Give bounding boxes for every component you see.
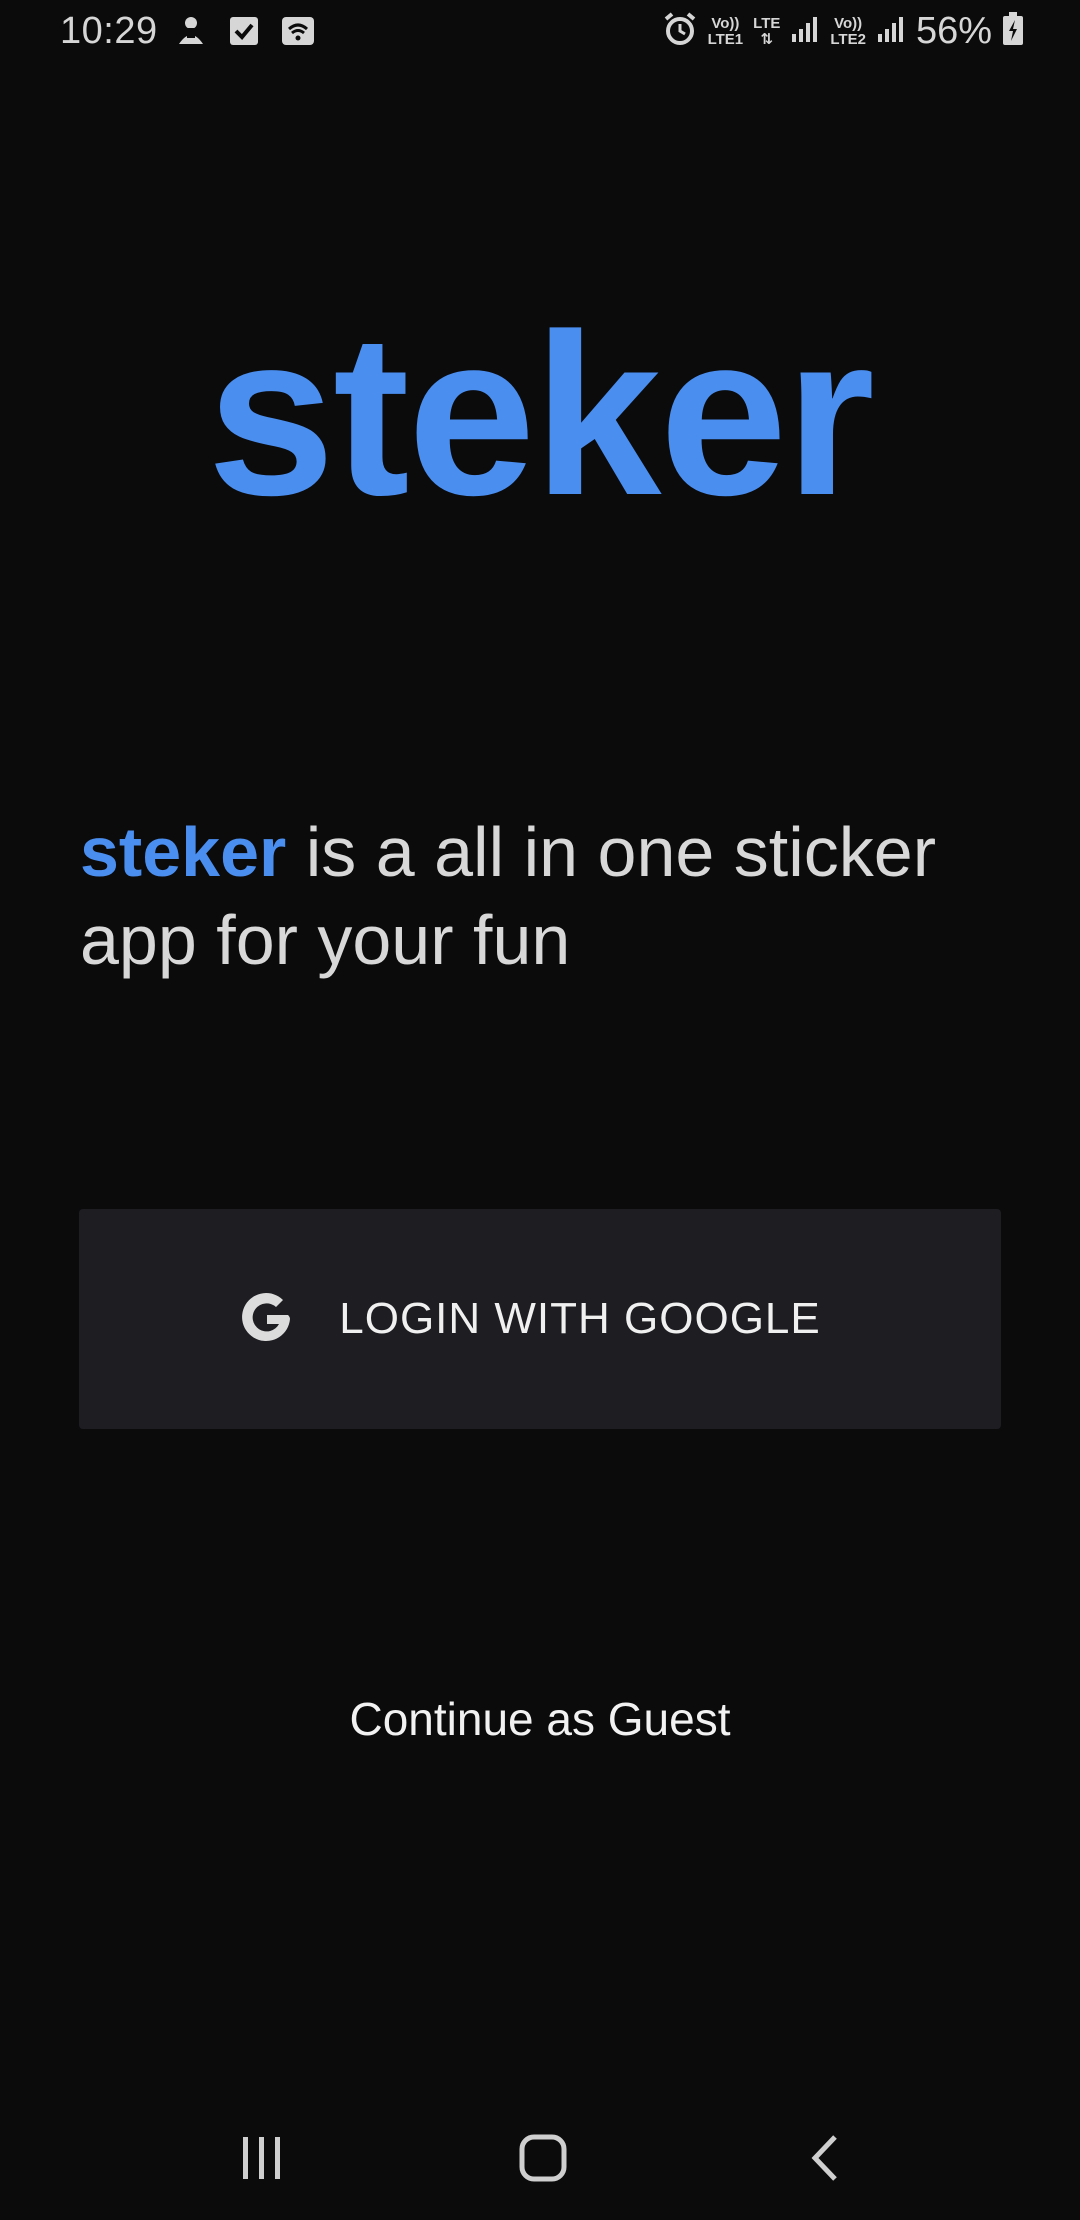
recent-apps-button[interactable] [222, 2120, 302, 2200]
data-arrows-icon: ⇅ [760, 30, 774, 48]
login-with-google-button[interactable]: LOGIN WITH GOOGLE [79, 1209, 1001, 1429]
notification-icon [175, 14, 207, 53]
check-icon [229, 16, 259, 51]
home-button[interactable] [503, 2120, 583, 2200]
back-button[interactable] [785, 2120, 865, 2200]
status-right: Vo)) LTE1 LTE ⇅ Vo)) LTE2 56% [662, 10, 1024, 53]
signal-icon [790, 14, 820, 49]
wifi-icon [281, 16, 315, 51]
battery-percent: 56% [915, 10, 992, 52]
navigation-bar [0, 2100, 1080, 2220]
app-logo: steker [207, 286, 875, 543]
recent-apps-icon [239, 2135, 285, 2186]
network-label-1: Vo)) LTE1 [707, 14, 744, 48]
alarm-icon [662, 11, 698, 52]
signal-icon [876, 14, 906, 49]
lte-label: LTE ⇅ [753, 14, 781, 48]
login-button-label: LOGIN WITH GOOGLE [339, 1294, 821, 1343]
status-time: 10:29 [60, 10, 158, 52]
status-notification-icons [175, 14, 315, 53]
home-icon [518, 2133, 568, 2188]
tagline-brand: steker [80, 813, 287, 891]
continue-as-guest-link[interactable]: Continue as Guest [0, 1692, 1080, 1746]
back-icon [805, 2133, 845, 2188]
status-bar: 10:29 Vo)) LTE1 LTE ⇅ Vo)) LTE2 56% [0, 0, 1080, 66]
network-label-2: Vo)) LTE2 [830, 14, 866, 48]
tagline: steker is a all in one sticker app for y… [80, 808, 1020, 984]
battery-icon [1002, 12, 1024, 51]
